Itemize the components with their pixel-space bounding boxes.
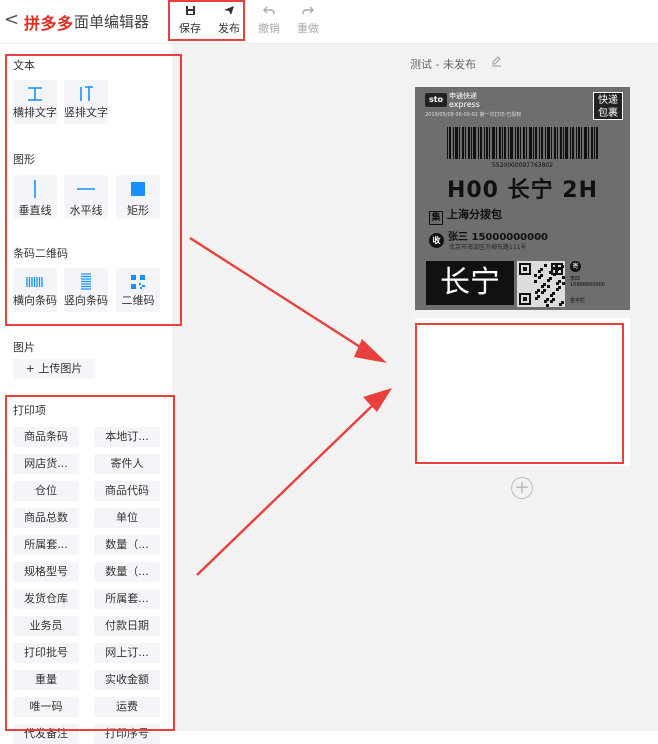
- qrcode-graphic: [517, 261, 565, 307]
- destination-city: 长宁: [426, 261, 514, 305]
- section-title-shape: 图形: [13, 153, 35, 166]
- redo-icon: [293, 5, 323, 19]
- save-icon: [175, 5, 205, 19]
- header-bar: < 拼多多 面单编辑器 保存 发布 撤销 重做: [0, 0, 658, 44]
- print-item[interactable]: 打印序号: [94, 724, 160, 744]
- print-item[interactable]: 业务员: [13, 616, 79, 636]
- print-item[interactable]: 所属套...: [13, 535, 79, 555]
- label-meta: 2019/05/08 06:00:01 第一次打印-已授权: [425, 112, 522, 118]
- print-item[interactable]: 数量（...: [94, 562, 160, 582]
- save-button[interactable]: 保存: [175, 5, 205, 36]
- section-title-image: 图片: [13, 341, 35, 354]
- print-item[interactable]: 打印批号: [13, 643, 79, 663]
- print-item[interactable]: 本地订...: [94, 427, 160, 447]
- upload-image-button[interactable]: + 上传图片: [13, 359, 95, 379]
- section-title-print-items: 打印项: [13, 404, 46, 417]
- carrier-name-cn: 申通快递: [449, 92, 477, 100]
- plus-circle-icon[interactable]: +: [511, 477, 533, 499]
- barcode-graphic: [447, 127, 598, 159]
- qrcode-icon: [116, 272, 160, 294]
- package-center-line: 集上海分拨包: [429, 206, 502, 225]
- print-item[interactable]: 网店货...: [13, 454, 79, 474]
- tile-horizontal-barcode[interactable]: 横向条码: [13, 268, 57, 312]
- undo-icon: [254, 5, 284, 19]
- edit-icon[interactable]: [491, 56, 502, 70]
- barcode-number: 5520000097763802: [491, 162, 554, 169]
- print-item[interactable]: 商品条码: [13, 427, 79, 447]
- brand-logo: 拼多多: [24, 14, 74, 33]
- vertical-text-icon: [64, 84, 108, 106]
- carrier-name-en: express: [449, 100, 480, 109]
- print-item[interactable]: 规格型号: [13, 562, 79, 582]
- print-item[interactable]: 商品总数: [13, 508, 79, 528]
- tile-vertical-barcode[interactable]: 竖向条码: [64, 268, 108, 312]
- send-icon: [214, 5, 244, 19]
- tile-horizontal-text[interactable]: 横排文字: [13, 80, 57, 124]
- chevron-left-icon[interactable]: <: [4, 11, 19, 29]
- receiver-icon: 收: [429, 233, 444, 248]
- print-item[interactable]: 数量（...: [94, 535, 160, 555]
- tile-qrcode[interactable]: 二维码: [116, 268, 160, 312]
- blank-page[interactable]: [415, 318, 630, 466]
- sender-phone: 16866660000: [570, 282, 605, 288]
- page-title: 面单编辑器: [74, 13, 150, 31]
- sender-icon: 寄: [570, 261, 581, 272]
- print-item[interactable]: 单位: [94, 508, 160, 528]
- vertical-barcode-icon: [64, 272, 108, 294]
- vertical-line-icon: [13, 179, 57, 201]
- rectangle-icon: [116, 179, 160, 201]
- horizontal-text-icon: [13, 84, 57, 106]
- pack-icon: 集: [429, 211, 443, 225]
- section-title-text: 文本: [13, 59, 35, 72]
- print-item[interactable]: 重量: [13, 670, 79, 690]
- parcel-badge: 快递包裹: [593, 92, 623, 120]
- sign-field: 签字栏: [570, 298, 586, 304]
- section-title-codes: 条码二维码: [13, 247, 68, 260]
- print-item[interactable]: 付款日期: [94, 616, 160, 636]
- print-item[interactable]: 发货仓库: [13, 589, 79, 609]
- print-item[interactable]: 寄件人: [94, 454, 160, 474]
- hub-code: H00 长宁 2H: [446, 178, 599, 203]
- print-item[interactable]: 运费: [94, 697, 160, 717]
- package-center: 上海分拨包: [447, 208, 502, 221]
- receiver-address: 北京市海淀区万柳东路111号: [449, 244, 527, 251]
- undo-button[interactable]: 撤销: [254, 5, 284, 36]
- print-item[interactable]: 代发备注: [13, 724, 79, 744]
- print-item[interactable]: 商品代码: [94, 481, 160, 501]
- print-item[interactable]: 所属套...: [94, 589, 160, 609]
- horizontal-barcode-icon: [13, 272, 57, 294]
- shipping-label[interactable]: sto 申通快递 express 2019/05/08 06:00:01 第一次…: [415, 87, 630, 310]
- tile-vertical-line[interactable]: 垂直线: [13, 175, 57, 219]
- print-item[interactable]: 实收金额: [94, 670, 160, 690]
- sender-name: 李四: [570, 276, 581, 282]
- tile-horizontal-line[interactable]: 水平线: [64, 175, 108, 219]
- horizontal-line-icon: [64, 179, 108, 201]
- carrier-logo: sto: [425, 93, 447, 107]
- tile-rectangle[interactable]: 矩形: [116, 175, 160, 219]
- print-item[interactable]: 唯一码: [13, 697, 79, 717]
- print-item[interactable]: 仓位: [13, 481, 79, 501]
- redo-button[interactable]: 重做: [293, 5, 323, 36]
- template-name: 测试 - 未发布: [410, 58, 476, 71]
- tile-vertical-text[interactable]: 竖排文字: [64, 80, 108, 124]
- print-item[interactable]: 网上订...: [94, 643, 160, 663]
- publish-button[interactable]: 发布: [214, 5, 244, 36]
